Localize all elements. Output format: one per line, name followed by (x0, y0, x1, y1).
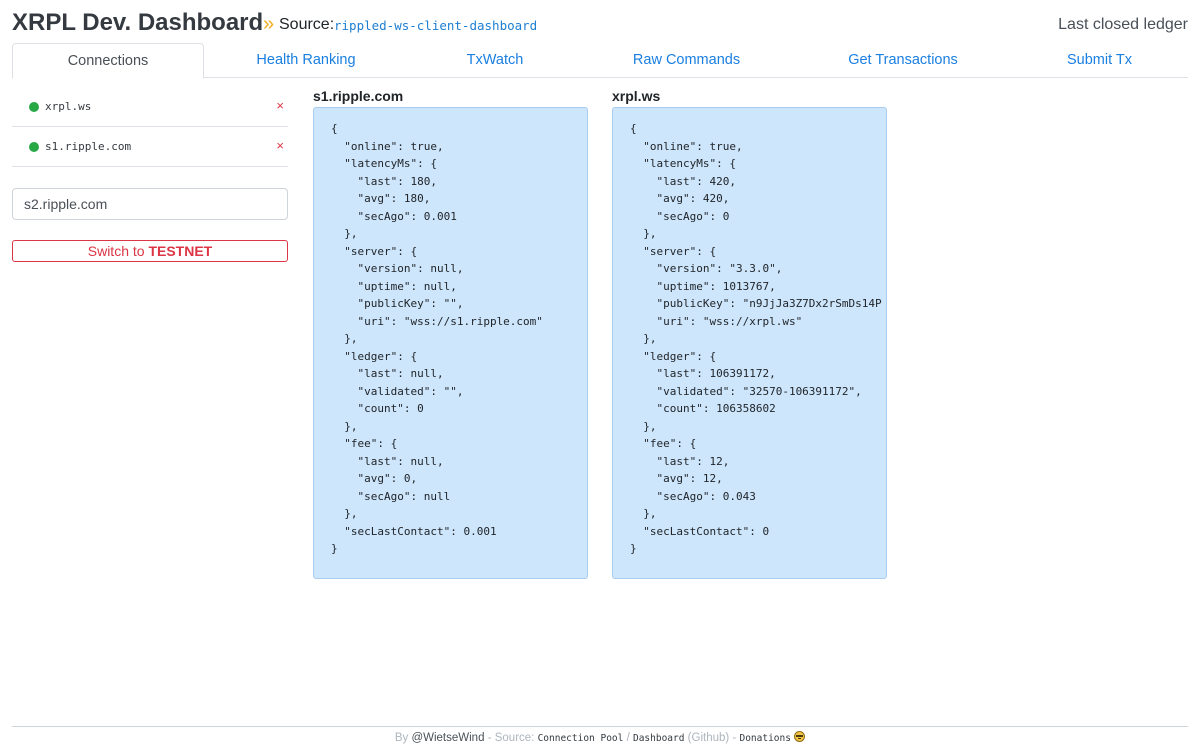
footer-dash: - (487, 732, 492, 744)
source-link[interactable]: rippled-ws-client-dashboard (334, 17, 537, 35)
json-output-box: { "online": true, "latencyMs": { "last":… (313, 107, 588, 579)
tab-raw-commands[interactable]: Raw Commands (585, 43, 788, 78)
tab-bar: Connections Health Ranking TxWatch Raw C… (12, 43, 1188, 79)
tab-submit-tx[interactable]: Submit Tx (1018, 43, 1181, 78)
json-output: { "online": true, "latencyMs": { "last":… (331, 122, 543, 555)
footer-slash: / (626, 732, 630, 744)
close-icon[interactable]: × (276, 137, 284, 155)
app-title: XRPL Dev. Dashboard (12, 9, 264, 36)
tab-get-transactions[interactable]: Get Transactions (788, 43, 1018, 78)
connection-name: s1.ripple.com (45, 140, 132, 153)
footer-github-label: (Github) (687, 732, 730, 744)
switch-button-prefix: Switch to (87, 243, 149, 259)
title-separator: » (263, 13, 275, 35)
nerd-face-icon (794, 731, 806, 742)
json-output-box: { "online": true, "latencyMs": { "last":… (612, 107, 887, 579)
footer-connection-pool-link[interactable]: Connection Pool (538, 733, 624, 744)
connection-panel-s1-ripple-com: s1.ripple.com { "online": true, "latency… (313, 88, 588, 579)
connection-panel-xrpl-ws: xrpl.ws { "online": true, "latencyMs": {… (612, 88, 887, 579)
tab-health-ranking[interactable]: Health Ranking (207, 43, 405, 78)
header: XRPL Dev. Dashboard » Source: rippled-ws… (12, 8, 1188, 38)
footer-dashboard-link[interactable]: Dashboard (633, 733, 684, 744)
status-online-icon (29, 142, 39, 152)
footer-author-link[interactable]: @WietseWind (411, 732, 484, 744)
footer: By @WietseWind - Source: Connection Pool… (12, 726, 1188, 750)
footer-by: By (394, 732, 409, 744)
last-closed-ledger-label: Last closed ledger (1058, 16, 1188, 33)
panel-title: xrpl.ws (612, 88, 661, 104)
tab-txwatch[interactable]: TxWatch (405, 43, 585, 78)
switch-network-button[interactable]: Switch to TESTNET (12, 240, 288, 262)
panel-title: s1.ripple.com (313, 88, 404, 104)
connection-item-xrpl-ws[interactable]: xrpl.ws × (12, 87, 288, 127)
status-online-icon (29, 102, 39, 112)
connections-sidebar: xrpl.ws × s1.ripple.com × Switch to TEST… (12, 87, 288, 262)
tab-connections[interactable]: Connections (12, 43, 204, 79)
footer-donations-link[interactable]: Donations (739, 733, 790, 744)
switch-button-network: TESTNET (148, 243, 213, 259)
footer-source-label: Source: (494, 732, 535, 744)
source-label: Source: (279, 16, 335, 33)
connection-name: xrpl.ws (45, 100, 92, 113)
json-output: { "online": true, "latencyMs": { "last":… (630, 122, 882, 555)
server-input[interactable] (12, 188, 288, 220)
close-icon[interactable]: × (276, 97, 284, 115)
connection-item-s1-ripple-com[interactable]: s1.ripple.com × (12, 127, 288, 167)
footer-dash: - (732, 732, 737, 744)
